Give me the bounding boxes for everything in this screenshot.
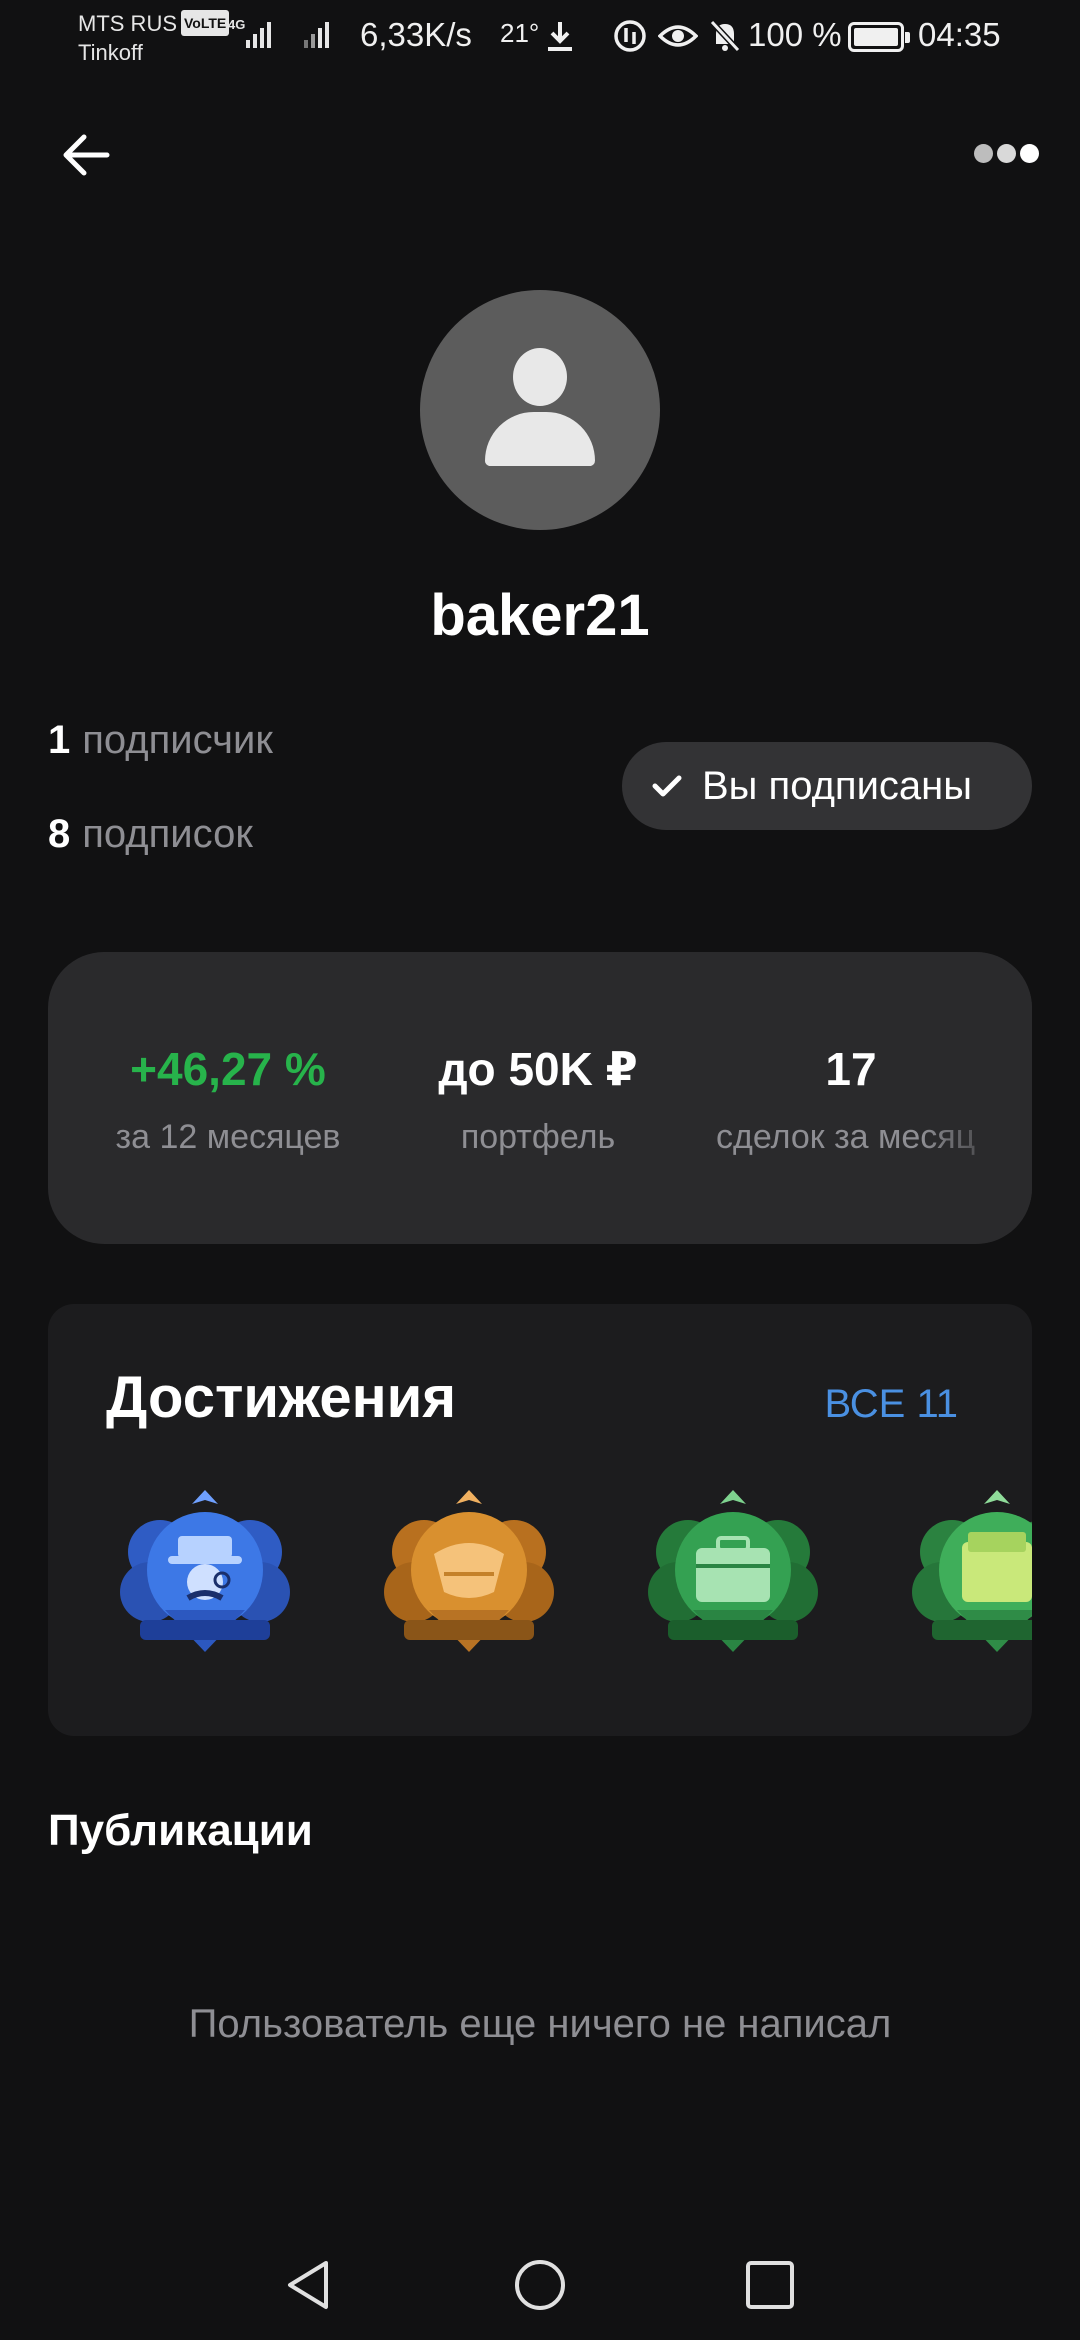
cash-badge-icon[interactable] (902, 1482, 1032, 1662)
following-link[interactable]: 8 подписок (48, 812, 253, 857)
nav-recents-button[interactable] (730, 2250, 810, 2320)
circle-home-icon (515, 2260, 565, 2310)
publications-title: Публикации (48, 1806, 313, 1855)
system-nav-bar (0, 2230, 1080, 2340)
stat-portfolio-label: портфель (460, 1118, 616, 1156)
subscribed-button[interactable]: Вы подписаны (622, 742, 1032, 830)
status-bar: MTS RUS VoLTE Tinkoff 4G 6,33K/s 21° 100… (0, 0, 1080, 80)
stat-portfolio: до 50K ₽ портфель (438, 1042, 638, 1157)
stat-return-label: за 12 месяцев (115, 1118, 341, 1156)
investor-badge-icon[interactable] (110, 1482, 300, 1662)
eye-icon (658, 25, 698, 47)
battery-percent: 100 % (748, 16, 842, 53)
briefcase-badge-icon[interactable] (638, 1482, 828, 1662)
triangle-back-icon (288, 2261, 328, 2309)
temperature: 21° (500, 18, 540, 48)
battery-icon (848, 22, 910, 52)
followers-label: подписчик (82, 718, 273, 762)
bell-muted-icon (709, 19, 741, 53)
signal-icon (246, 18, 271, 48)
carrier-name: MTS RUS VoLTE (78, 10, 230, 37)
followers-count: 1 (48, 718, 71, 762)
clock: 04:35 (918, 16, 1001, 53)
achievements-card: Достижения ВСЕ 11 (48, 1304, 1032, 1736)
avatar (420, 290, 660, 530)
nav-home-button[interactable] (500, 2250, 580, 2320)
username: baker21 (430, 583, 650, 648)
more-options-button[interactable] (966, 128, 1046, 178)
network-speed: 6,33K/s (360, 16, 472, 53)
back-button[interactable] (50, 120, 120, 190)
stats-card[interactable]: +46,27 % за 12 месяцев до 50K ₽ портфель… (48, 952, 1032, 1244)
signal-icon-2 (304, 18, 329, 48)
publications-empty-text: Пользователь еще ничего не написал (188, 2002, 892, 2046)
arrow-left-icon (63, 134, 110, 176)
square-recents-icon (746, 2261, 794, 2309)
network-type: 4G (228, 17, 246, 32)
stat-return-value: +46,27 % (130, 1043, 326, 1095)
more-dots-icon (973, 143, 993, 163)
download-icon (548, 22, 572, 51)
following-count: 8 (48, 812, 71, 856)
followers-link[interactable]: 1 подписчик (48, 718, 273, 763)
data-saver-icon (614, 20, 646, 52)
achievements-title: Достижения (106, 1365, 457, 1430)
stat-return: +46,27 % за 12 месяцев (108, 1042, 348, 1157)
user-placeholder-icon (513, 348, 567, 406)
carrier-name-2: Tinkoff (78, 40, 143, 65)
subscribed-label: Вы подписаны (702, 763, 972, 808)
volte-badge: VoLTE (181, 10, 230, 36)
profile-screen: MTS RUS VoLTE Tinkoff 4G 6,33K/s 21° 100… (0, 0, 1080, 2340)
stat-portfolio-value: до 50K ₽ (438, 1043, 638, 1095)
nav-back-button[interactable] (268, 2250, 348, 2320)
check-icon (652, 775, 682, 797)
achievements-all-link[interactable]: ВСЕ 11 (824, 1382, 958, 1427)
handshake-badge-icon[interactable] (374, 1482, 564, 1662)
following-label: подписок (82, 812, 253, 856)
